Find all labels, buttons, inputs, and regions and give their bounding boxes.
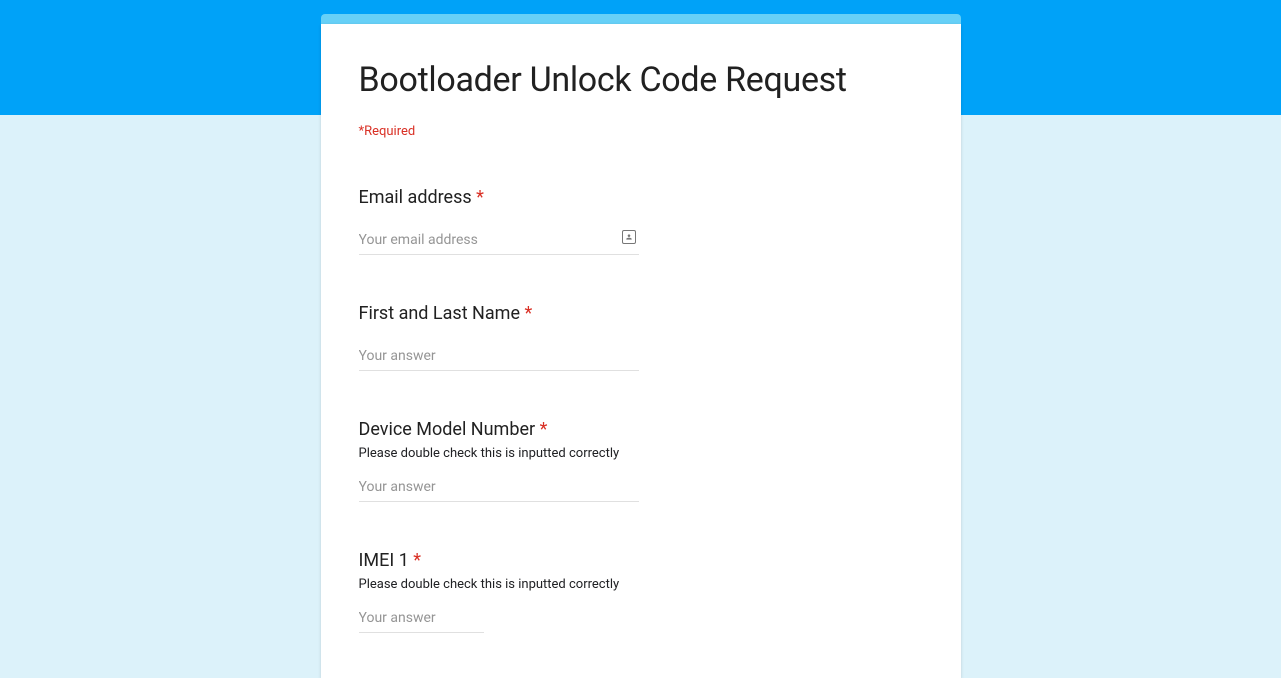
required-star: *	[476, 187, 484, 208]
email-input[interactable]	[359, 226, 639, 255]
field-email-label: Email address *	[359, 187, 923, 208]
contact-card-icon[interactable]	[622, 230, 636, 244]
input-wrap-device	[359, 473, 923, 502]
field-imei1: IMEI 1 * Please double check this is inp…	[359, 550, 923, 633]
field-imei1-label-text: IMEI 1	[359, 550, 414, 571]
field-imei1-hint: Please double check this is inputted cor…	[359, 577, 923, 592]
field-device-label: Device Model Number *	[359, 419, 923, 440]
input-wrap-email	[359, 226, 923, 255]
field-email-label-text: Email address	[359, 187, 477, 208]
required-star: *	[540, 419, 548, 440]
form-title: Bootloader Unlock Code Request	[359, 60, 923, 100]
field-name-label: First and Last Name *	[359, 303, 923, 324]
field-imei1-label: IMEI 1 *	[359, 550, 923, 571]
field-name: First and Last Name *	[359, 303, 923, 371]
field-email: Email address *	[359, 187, 923, 255]
field-device: Device Model Number * Please double chec…	[359, 419, 923, 502]
field-device-label-text: Device Model Number	[359, 419, 540, 440]
name-input[interactable]	[359, 342, 639, 371]
input-wrap-imei1	[359, 604, 923, 633]
required-star: *	[524, 303, 532, 324]
field-device-hint: Please double check this is inputted cor…	[359, 446, 923, 461]
device-input[interactable]	[359, 473, 639, 502]
imei1-input[interactable]	[359, 604, 484, 633]
form-card: Bootloader Unlock Code Request *Required…	[321, 24, 961, 678]
form-wrapper: Bootloader Unlock Code Request *Required…	[321, 0, 961, 678]
field-name-label-text: First and Last Name	[359, 303, 525, 324]
accent-bar	[321, 14, 961, 24]
required-star: *	[413, 550, 421, 571]
input-wrap-name	[359, 342, 923, 371]
required-text: *Required	[359, 124, 923, 139]
